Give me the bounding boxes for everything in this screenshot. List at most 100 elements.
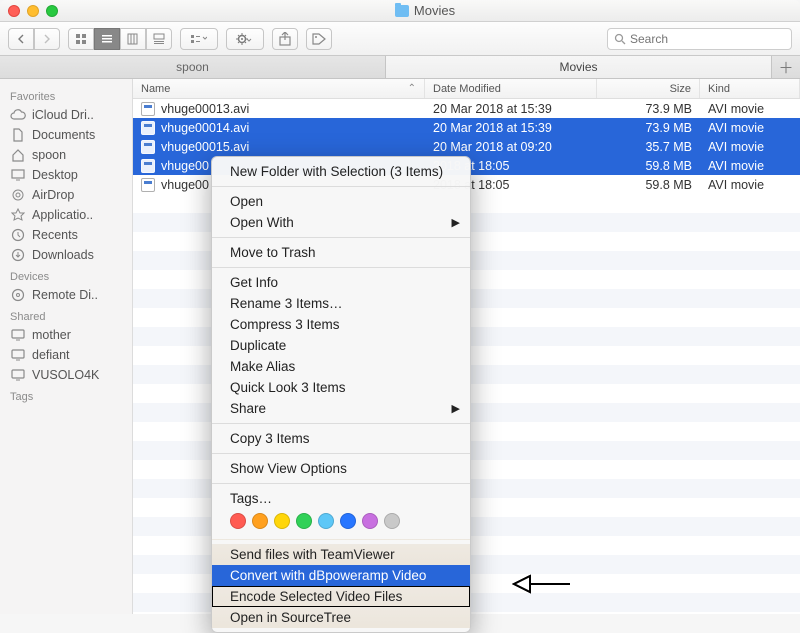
menu-item[interactable]: Share▶: [212, 398, 470, 419]
menu-item[interactable]: Open With▶: [212, 212, 470, 233]
column-view-button[interactable]: [120, 28, 146, 50]
file-row[interactable]: vhuge00013.avi20 Mar 2018 at 15:3973.9 M…: [133, 99, 800, 118]
file-kind: AVI movie: [700, 121, 800, 135]
menu-item[interactable]: Send files with TeamViewer: [212, 544, 470, 565]
menu-item[interactable]: Convert with dBpoweramp Video: [212, 565, 470, 586]
file-name: vhuge00: [161, 159, 209, 173]
back-button[interactable]: [8, 28, 34, 50]
menu-separator: [212, 423, 470, 424]
search-input[interactable]: [630, 32, 785, 46]
menu-item[interactable]: Show View Options: [212, 458, 470, 479]
sidebar-item[interactable]: Applicatio..: [0, 205, 132, 225]
sidebar-item-label: Documents: [32, 128, 95, 142]
tag-color[interactable]: [274, 513, 290, 529]
col-kind[interactable]: Kind: [700, 79, 800, 98]
menu-separator: [212, 237, 470, 238]
menu-item[interactable]: Open: [212, 191, 470, 212]
tag-color[interactable]: [384, 513, 400, 529]
file-kind: AVI movie: [700, 140, 800, 154]
sidebar-item[interactable]: Downloads: [0, 245, 132, 265]
file-icon: [141, 140, 155, 154]
monitor-icon: [10, 368, 26, 382]
sidebar-item[interactable]: mother: [0, 325, 132, 345]
file-row[interactable]: vhuge00014.avi20 Mar 2018 at 15:3973.9 M…: [133, 118, 800, 137]
tab-spoon[interactable]: spoon: [0, 56, 386, 78]
sidebar-item[interactable]: AirDrop: [0, 185, 132, 205]
new-tab-button[interactable]: ＋: [772, 56, 800, 78]
sidebar-item[interactable]: Recents: [0, 225, 132, 245]
forward-button[interactable]: [34, 28, 60, 50]
menu-item[interactable]: Tags…: [212, 488, 470, 509]
home-icon: [10, 148, 26, 162]
icon-view-button[interactable]: [68, 28, 94, 50]
menu-item[interactable]: New Folder with Selection (3 Items): [212, 161, 470, 182]
tag-color[interactable]: [318, 513, 334, 529]
file-icon: [141, 178, 155, 192]
search-box[interactable]: [607, 28, 792, 50]
file-size: 59.8 MB: [597, 178, 700, 192]
sidebar-item[interactable]: Desktop: [0, 165, 132, 185]
file-name: vhuge00014.avi: [161, 121, 249, 135]
file-kind: AVI movie: [700, 102, 800, 116]
tag-color[interactable]: [252, 513, 268, 529]
file-icon: [141, 159, 155, 173]
col-size[interactable]: Size: [597, 79, 700, 98]
arrange-group: [180, 28, 218, 50]
cloud-icon: [10, 108, 26, 122]
close-button[interactable]: [8, 5, 20, 17]
menu-item[interactable]: Encode Selected Video Files: [212, 586, 470, 607]
apps-icon: [10, 208, 26, 222]
tag-color[interactable]: [230, 513, 246, 529]
arrange-button[interactable]: [180, 28, 218, 50]
clock-icon: [10, 228, 26, 242]
menu-item[interactable]: Open in SourceTree: [212, 607, 470, 628]
menu-item[interactable]: Rename 3 Items…: [212, 293, 470, 314]
sidebar-item[interactable]: VUSOLO4K: [0, 365, 132, 385]
list-view-button[interactable]: [94, 28, 120, 50]
monitor-icon: [10, 328, 26, 342]
menu-item[interactable]: Duplicate: [212, 335, 470, 356]
file-size: 59.8 MB: [597, 159, 700, 173]
sidebar-item[interactable]: spoon: [0, 145, 132, 165]
sidebar-item[interactable]: iCloud Dri..: [0, 105, 132, 125]
submenu-arrow-icon: ▶: [452, 216, 460, 229]
fullscreen-button[interactable]: [46, 5, 58, 17]
tag-color[interactable]: [362, 513, 378, 529]
sidebar-item-label: VUSOLO4K: [32, 368, 99, 382]
menu-item[interactable]: Move to Trash: [212, 242, 470, 263]
menu-item[interactable]: Quick Look 3 Items: [212, 377, 470, 398]
menu-item-label: Open in SourceTree: [230, 610, 351, 625]
file-row[interactable]: vhuge00015.avi20 Mar 2018 at 09:2035.7 M…: [133, 137, 800, 156]
sidebar-item[interactable]: Documents: [0, 125, 132, 145]
menu-item-label: Show View Options: [230, 461, 347, 476]
col-name[interactable]: Name⌃: [133, 79, 425, 98]
coverflow-view-button[interactable]: [146, 28, 172, 50]
sidebar-heading: Favorites: [0, 85, 132, 105]
sidebar-item-label: Downloads: [32, 248, 94, 262]
desktop-icon: [10, 168, 26, 182]
tags-button[interactable]: [306, 28, 332, 50]
sidebar-item-label: Desktop: [32, 168, 78, 182]
nav-buttons: [8, 28, 60, 50]
menu-item[interactable]: Compress 3 Items: [212, 314, 470, 335]
action-button[interactable]: [226, 28, 264, 50]
menu-tag-colors: [212, 509, 470, 535]
tab-movies[interactable]: Movies: [386, 56, 772, 78]
tag-color[interactable]: [296, 513, 312, 529]
file-date: 20 Mar 2018 at 15:39: [425, 102, 597, 116]
share-button[interactable]: [272, 28, 298, 50]
minimize-button[interactable]: [27, 5, 39, 17]
col-date[interactable]: Date Modified: [425, 79, 597, 98]
sidebar-item-label: AirDrop: [32, 188, 74, 202]
annotation-arrow: [512, 572, 572, 596]
sidebar-item[interactable]: defiant: [0, 345, 132, 365]
menu-item-label: Quick Look 3 Items: [230, 380, 346, 395]
menu-item[interactable]: Make Alias: [212, 356, 470, 377]
sidebar-item[interactable]: Remote Di..: [0, 285, 132, 305]
file-kind: AVI movie: [700, 159, 800, 173]
menu-item[interactable]: Copy 3 Items: [212, 428, 470, 449]
menu-separator: [212, 267, 470, 268]
file-size: 73.9 MB: [597, 121, 700, 135]
menu-item[interactable]: Get Info: [212, 272, 470, 293]
tag-color[interactable]: [340, 513, 356, 529]
